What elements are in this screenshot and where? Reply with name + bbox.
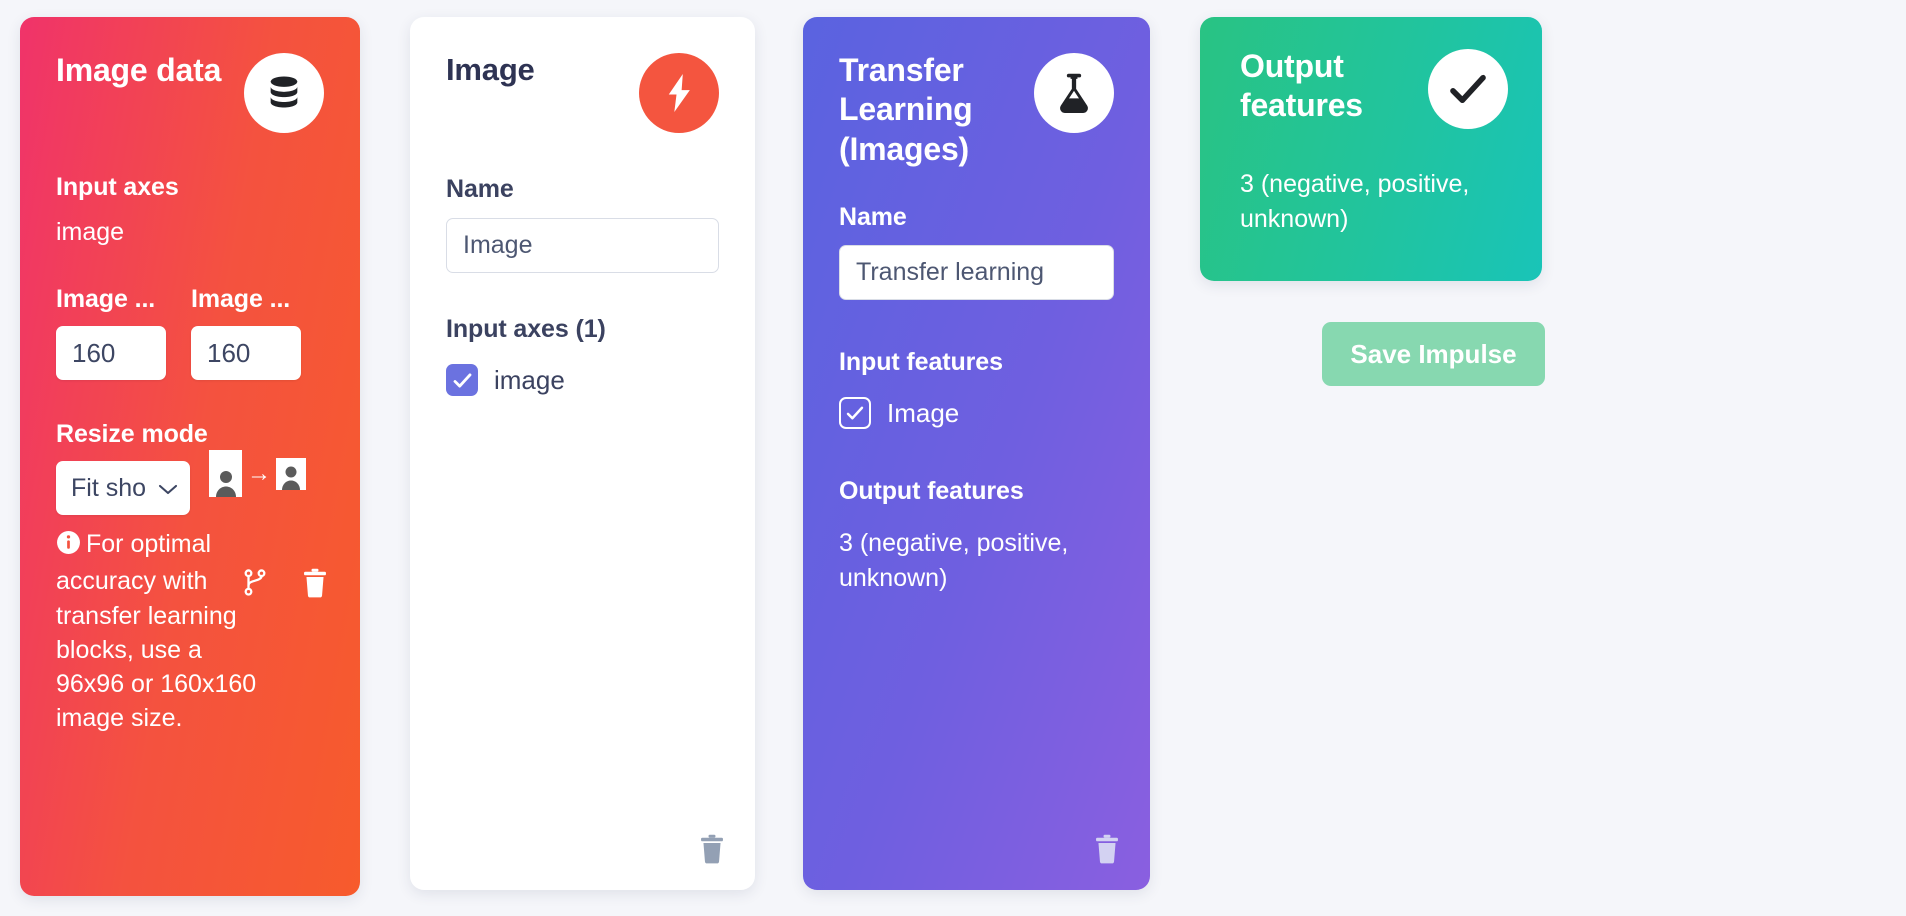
- info-icon: [56, 530, 81, 564]
- check-icon: [1428, 49, 1508, 129]
- lightning-bolt-icon: [639, 53, 719, 133]
- flask-icon: [1034, 53, 1114, 133]
- axis-option-label: image: [494, 364, 565, 395]
- image-processing-card[interactable]: Image Name Image Input axes (1) image: [410, 17, 755, 890]
- name-group: Name Image: [446, 175, 719, 273]
- output-features-card[interactable]: Output features 3 (negative, positive, u…: [1200, 17, 1542, 281]
- name-input[interactable]: Image: [446, 218, 719, 273]
- card-title: Transfer Learning (Images): [839, 52, 973, 167]
- checkbox-checked-icon[interactable]: [839, 397, 871, 430]
- resize-preview-illustration: →: [209, 450, 306, 497]
- resize-mode-select[interactable]: Fit sho: [56, 461, 190, 515]
- database-icon: [244, 53, 324, 133]
- image-data-card[interactable]: Image data Input axes image Image ... 16…: [20, 17, 360, 896]
- output-features-group: Output features 3 (negative, positive, u…: [839, 477, 1114, 596]
- resize-mode-label: Resize mode: [56, 420, 208, 448]
- input-axes-group: Input axes image: [56, 173, 324, 247]
- code-branch-icon[interactable]: [242, 568, 268, 598]
- trash-icon[interactable]: [302, 568, 328, 598]
- trash-icon[interactable]: [699, 834, 725, 864]
- resized-image-icon: [276, 457, 306, 490]
- image-size-hint-text: For optimal accuracy with transfer learn…: [56, 530, 257, 733]
- transfer-learning-card[interactable]: Transfer Learning (Images) Name Transfer…: [803, 17, 1150, 890]
- source-image-icon: [209, 450, 242, 497]
- image-width-input[interactable]: 160: [56, 326, 166, 380]
- image-width-field: Image ... 160: [56, 285, 166, 380]
- input-axes-group: Input axes (1) image: [446, 315, 719, 396]
- name-group: Name Transfer learning: [839, 203, 1114, 301]
- name-input[interactable]: Transfer learning: [839, 245, 1114, 301]
- card-header: Image: [446, 51, 719, 133]
- checkbox-checked-icon[interactable]: [446, 364, 478, 396]
- axis-option-image[interactable]: image: [446, 364, 719, 396]
- name-label: Name: [446, 175, 514, 203]
- output-features-value: 3 (negative, positive, unknown): [1240, 170, 1470, 233]
- card-header: Image data: [56, 51, 324, 133]
- card-title: Image data: [56, 52, 222, 88]
- image-width-label: Image ...: [56, 285, 156, 313]
- image-height-input[interactable]: 160: [191, 326, 301, 380]
- output-features-label: Output features: [839, 477, 1024, 506]
- input-feature-label: Image: [887, 397, 960, 428]
- name-label: Name: [839, 203, 907, 232]
- input-axes-label: Input axes (1): [446, 315, 606, 343]
- input-features-label: Input features: [839, 348, 1003, 377]
- chevron-down-icon: [158, 474, 178, 503]
- input-features-group: Input features Image: [839, 348, 1114, 430]
- input-feature-option-image[interactable]: Image: [839, 397, 1114, 430]
- image-dimensions-group: Image ... 160 Image ... 160: [56, 285, 324, 380]
- input-axes-value: image: [56, 218, 125, 246]
- image-data-card-actions: [242, 568, 328, 598]
- output-features-value: 3 (negative, positive, unknown): [839, 529, 1069, 593]
- card-header: Transfer Learning (Images): [839, 51, 1114, 169]
- card-title: Output features: [1240, 48, 1363, 124]
- resize-mode-group: Resize mode Fit sho →: [56, 420, 324, 515]
- image-height-label: Image ...: [191, 285, 291, 313]
- arrow-right-icon: →: [247, 459, 271, 487]
- image-height-field: Image ... 160: [191, 285, 301, 380]
- trash-icon[interactable]: [1094, 834, 1120, 864]
- card-title: Image: [446, 52, 535, 87]
- input-axes-label: Input axes: [56, 173, 179, 201]
- image-size-hint: For optimal accuracy with transfer learn…: [56, 527, 262, 736]
- card-header: Output features: [1240, 47, 1508, 129]
- impulse-designer-canvas: Image data Input axes image Image ... 16…: [0, 0, 1906, 916]
- save-impulse-button[interactable]: Save Impulse: [1322, 322, 1545, 386]
- resize-mode-value: Fit sho: [71, 473, 147, 502]
